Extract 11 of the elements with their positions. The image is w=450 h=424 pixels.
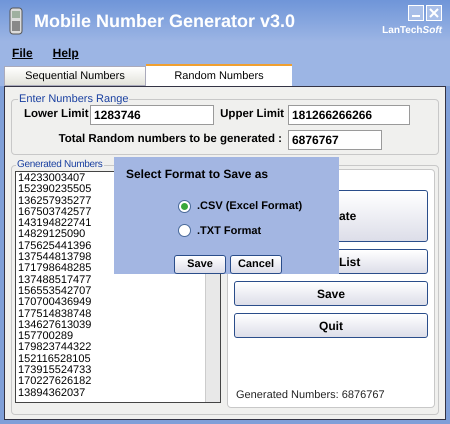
- group-title: Enter Numbers Range: [18, 93, 130, 105]
- dialog-title: Select Format to Save as: [126, 166, 270, 183]
- upper-limit-label: Upper Limit: [219, 107, 285, 122]
- brand-label: LanTechSoft: [382, 24, 442, 38]
- status-text: Generated Numbers: 6876767: [235, 388, 386, 402]
- option-label: .TXT Format: [197, 224, 262, 238]
- window-title: Mobile Number Generator v3.0: [34, 10, 296, 32]
- group-title: Generated Numbers: [16, 159, 104, 171]
- total-label: Total Random numbers to be generated :: [58, 132, 283, 148]
- option-label: .CSV (Excel Format): [197, 199, 302, 214]
- lower-limit-label: Lower Limit: [23, 107, 90, 122]
